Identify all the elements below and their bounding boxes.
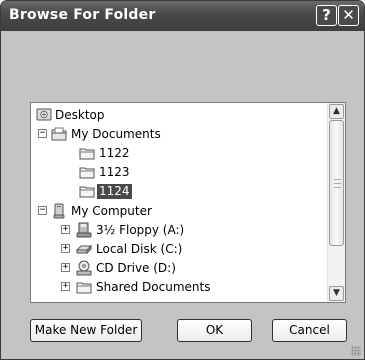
scroll-thumb[interactable] [329, 120, 344, 246]
collapse-toggle[interactable]: − [38, 206, 47, 215]
tree-item-label: 1123 [99, 165, 130, 179]
tree-item-1124[interactable]: 1124 [31, 182, 328, 201]
floppy-icon [76, 222, 92, 241]
cd-drive-icon [76, 260, 92, 279]
tree-item-label: CD Drive (D:) [96, 261, 176, 275]
tree-item-1122[interactable]: 1122 [31, 144, 328, 163]
tree-item-floppy-a[interactable]: + 3½ Floppy (A:) [31, 221, 328, 240]
tree-item-label: 3½ Floppy (A:) [96, 223, 185, 237]
tree-item-1123[interactable]: 1123 [31, 163, 328, 182]
documents-folder-icon [51, 126, 67, 145]
expand-toggle[interactable]: + [61, 225, 70, 234]
close-button[interactable]: ✕ [338, 5, 359, 26]
collapse-toggle[interactable]: − [38, 129, 47, 138]
scroll-down-button[interactable]: ▼ [329, 286, 344, 301]
window-title: Browse For Folder [9, 7, 156, 23]
tree-item-label: Desktop [55, 108, 105, 122]
folder-icon [79, 183, 95, 202]
tree-item-cd-drive-d[interactable]: + CD Drive (D:) [31, 259, 328, 278]
vertical-scrollbar[interactable]: ▲ ▼ [327, 103, 345, 302]
computer-icon [51, 203, 67, 222]
help-button[interactable]: ? [316, 5, 337, 26]
title-bar[interactable]: Browse For Folder ? ✕ [1, 1, 364, 31]
desktop-icon [36, 107, 52, 126]
tree-item-label: 1124 [97, 184, 132, 199]
ok-button[interactable]: OK [177, 319, 252, 342]
resize-grip-icon[interactable] [351, 346, 361, 356]
browse-for-folder-dialog: Browse For Folder ? ✕ Desktop − My Docum… [0, 0, 365, 360]
folder-icon [79, 145, 95, 164]
tree-item-label: Shared Documents [96, 280, 211, 294]
tree-item-label: 1122 [99, 146, 130, 160]
expand-toggle[interactable]: + [61, 263, 70, 272]
expand-toggle[interactable]: + [61, 282, 70, 291]
scroll-up-button[interactable]: ▲ [329, 104, 344, 119]
folder-icon [79, 164, 95, 183]
tree-item-my-documents[interactable]: − My Documents [31, 125, 328, 144]
folder-tree-rows: Desktop − My Documents 1122 1123 1124 − … [31, 103, 328, 302]
tree-item-my-computer[interactable]: − My Computer [31, 202, 328, 221]
tree-item-label: Local Disk (C:) [96, 242, 183, 256]
tree-item-shared-documents[interactable]: + Shared Documents [31, 278, 328, 297]
tree-item-label: My Computer [71, 204, 152, 218]
make-new-folder-button[interactable]: Make New Folder [30, 319, 142, 342]
folder-tree[interactable]: Desktop − My Documents 1122 1123 1124 − … [30, 102, 346, 303]
folder-icon [76, 279, 92, 298]
tree-item-label: My Documents [71, 127, 161, 141]
tree-item-local-disk-c[interactable]: + Local Disk (C:) [31, 240, 328, 259]
tree-item-desktop[interactable]: Desktop [31, 106, 328, 125]
hard-disk-icon [75, 241, 93, 260]
grip-icon [334, 179, 341, 188]
cancel-button[interactable]: Cancel [272, 319, 347, 342]
expand-toggle[interactable]: + [61, 244, 70, 253]
